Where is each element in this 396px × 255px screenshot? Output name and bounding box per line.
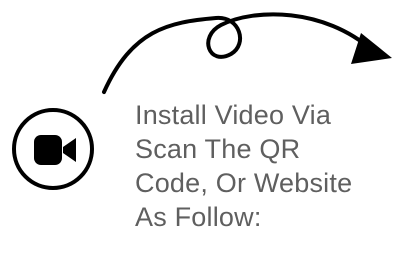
instruction-line-1: Install Video Via — [135, 100, 332, 130]
video-camera-icon — [34, 135, 76, 165]
instruction-line-3: Code, Or Website — [135, 168, 353, 198]
instruction-line-2: Scan The QR — [135, 134, 301, 164]
instruction-line-4: As Follow: — [135, 202, 262, 232]
install-instruction-text: Install Video Via Scan The QR Code, Or W… — [135, 98, 390, 234]
video-icon-circle — [12, 108, 94, 190]
